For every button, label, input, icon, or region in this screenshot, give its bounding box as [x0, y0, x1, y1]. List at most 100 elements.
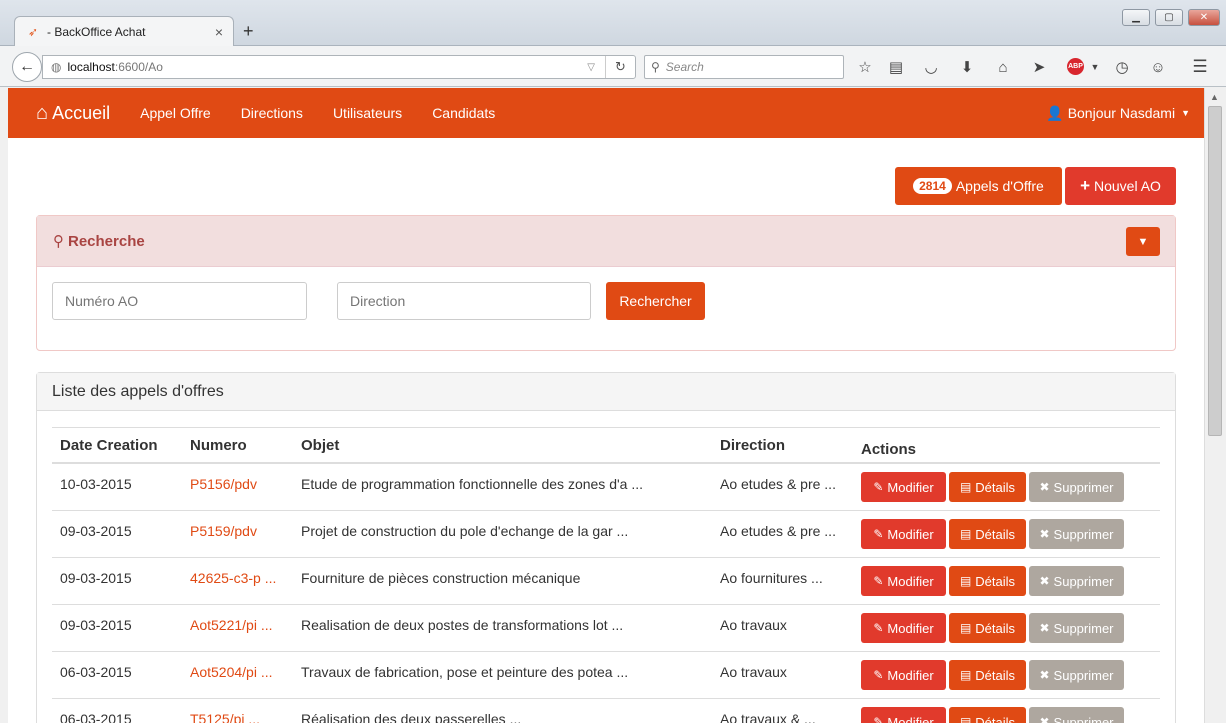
new-tab-button[interactable]: + — [243, 21, 254, 42]
search-icon: ⚲ — [53, 233, 64, 250]
col-actions: Actions — [861, 440, 917, 458]
pocket-icon[interactable]: ◡ — [922, 58, 940, 76]
edit-icon: ✎ — [873, 715, 884, 723]
plus-icon: + — [1080, 176, 1090, 195]
list-icon: ▤ — [959, 527, 972, 541]
close-icon: ✖ — [1039, 668, 1050, 682]
reload-icon[interactable]: ↻ — [605, 56, 635, 78]
modifier-label: Modifier — [887, 573, 934, 589]
row-direction: Ao etudes & pre ... — [720, 523, 836, 539]
table-row: 09-03-2015 Aot5221/pi ... Realisation de d… — [52, 605, 1160, 652]
nav-link-candidats[interactable]: Candidats — [432, 105, 495, 121]
nav-link-directions[interactable]: Directions — [241, 105, 303, 121]
send-icon[interactable]: ➤ — [1030, 58, 1048, 76]
nav-brand[interactable]: ⌂ Accueil — [36, 102, 110, 125]
supprimer-button[interactable]: ✖ Supprimer — [1029, 613, 1124, 643]
details-button[interactable]: ▤ Détails — [949, 566, 1026, 596]
row-numero-link[interactable]: P5159/pdv — [190, 511, 296, 557]
supprimer-button[interactable]: ✖ Supprimer — [1029, 660, 1124, 690]
row-direction: Ao travaux — [720, 617, 787, 633]
col-direction: Direction — [720, 436, 786, 454]
search-icon: ⚲ — [651, 60, 660, 74]
rechercher-button[interactable]: Rechercher — [606, 282, 705, 320]
close-icon: ✖ — [1039, 715, 1050, 723]
url-host: localhost — [67, 60, 115, 74]
row-date: 09-03-2015 — [60, 617, 132, 633]
page-scrollbar[interactable]: ▲ — [1204, 88, 1226, 723]
caret-down-icon: ▼ — [1181, 108, 1190, 118]
modifier-button[interactable]: ✎ Modifier — [861, 707, 946, 723]
supprimer-button[interactable]: ✖ Supprimer — [1029, 566, 1124, 596]
maximize-icon[interactable]: ▢ — [1155, 9, 1183, 26]
details-button[interactable]: ▤ Détails — [949, 472, 1026, 502]
supprimer-label: Supprimer — [1053, 479, 1114, 495]
supprimer-button[interactable]: ✖ Supprimer — [1029, 472, 1124, 502]
row-direction: Ao travaux — [720, 664, 787, 680]
close-icon: ✖ — [1039, 574, 1050, 588]
user-icon: 👤 — [1046, 104, 1064, 121]
nav-link-utilisateurs[interactable]: Utilisateurs — [333, 105, 402, 121]
list-title: Liste des appels d'offres — [37, 373, 1175, 411]
direction-input[interactable] — [337, 282, 591, 320]
scroll-thumb[interactable] — [1208, 106, 1222, 436]
modifier-button[interactable]: ✎ Modifier — [861, 519, 946, 549]
modifier-button[interactable]: ✎ Modifier — [861, 566, 946, 596]
modifier-button[interactable]: ✎ Modifier — [861, 613, 946, 643]
details-button[interactable]: ▤ Détails — [949, 519, 1026, 549]
browser-tab[interactable]: ➶ - BackOffice Achat × — [14, 16, 234, 47]
row-objet: Fourniture de pièces construction mécani… — [301, 570, 581, 586]
list-icon: ▤ — [959, 668, 972, 682]
edit-icon: ✎ — [873, 621, 884, 635]
user-menu[interactable]: 👤 Bonjour Nasdami ▼ — [1046, 105, 1190, 122]
ao-table: Date Creation Numero Objet Direction Act… — [52, 427, 1160, 723]
scroll-up-icon[interactable]: ▲ — [1210, 92, 1219, 102]
modifier-button[interactable]: ✎ Modifier — [861, 660, 946, 690]
supprimer-label: Supprimer — [1053, 667, 1114, 683]
back-arrow-icon[interactable]: ← — [12, 52, 42, 82]
nav-link-appel-offre[interactable]: Appel Offre — [140, 105, 211, 121]
list-icon: ▤ — [959, 480, 972, 494]
row-numero-link[interactable]: T5125/pi ... — [190, 699, 296, 723]
web-page: ⌂ Accueil Appel Offre Directions Utilisa… — [8, 88, 1204, 723]
edit-icon: ✎ — [873, 668, 884, 682]
row-numero-link[interactable]: 42625-c3-p ... — [190, 558, 296, 604]
row-numero-link[interactable]: P5156/pdv — [190, 464, 296, 510]
close-icon: ✖ — [1039, 527, 1050, 541]
details-label: Détails — [975, 620, 1016, 636]
details-button[interactable]: ▤ Détails — [949, 707, 1026, 723]
minimize-icon[interactable]: ▁ — [1122, 9, 1150, 26]
supprimer-label: Supprimer — [1053, 573, 1114, 589]
collapse-search-button[interactable]: ▼ — [1126, 227, 1160, 256]
modifier-button[interactable]: ✎ Modifier — [861, 472, 946, 502]
chat-icon[interactable]: ☺ — [1149, 58, 1167, 76]
adblock-dropdown-icon[interactable]: ▼ — [1086, 58, 1104, 76]
table-row: 10-03-2015 P5156/pdv Etude de programmatio… — [52, 464, 1160, 511]
row-numero-link[interactable]: Aot5221/pi ... — [190, 605, 296, 651]
history-icon[interactable]: ◷ — [1113, 58, 1131, 76]
home-icon[interactable]: ⌂ — [994, 58, 1012, 76]
row-objet: Projet de construction du pole d'echange… — [301, 523, 629, 539]
supprimer-button[interactable]: ✖ Supprimer — [1029, 707, 1124, 723]
row-numero-link[interactable]: Aot5204/pi ... — [190, 652, 296, 698]
browser-search-input[interactable]: ⚲ Search — [644, 55, 844, 79]
table-row: 09-03-2015 42625-c3-p ... Fourniture de pi… — [52, 558, 1160, 605]
tab-close-icon[interactable]: × — [215, 24, 223, 40]
ao-list-panel: Liste des appels d'offres Date Creation … — [36, 372, 1176, 723]
row-actions: ✎ Modifier ▤ Détails ✖ Supprimer — [861, 464, 1161, 510]
reading-list-icon[interactable]: ▤ — [887, 58, 905, 76]
adblock-icon[interactable]: ABP — [1067, 58, 1084, 75]
hamburger-menu-icon[interactable]: ☰ — [1191, 57, 1209, 76]
url-dropdown-icon[interactable]: ▽ — [577, 62, 605, 73]
appels-offre-count-button[interactable]: 2814 Appels d'Offre — [895, 167, 1062, 205]
new-ao-button[interactable]: + Nouvel AO — [1065, 167, 1176, 205]
bookmark-star-icon[interactable]: ☆ — [856, 58, 874, 76]
row-objet: Etude de programmation fonctionnelle des… — [301, 476, 643, 492]
details-button[interactable]: ▤ Détails — [949, 660, 1026, 690]
table-header: Date Creation Numero Objet Direction Act… — [52, 427, 1160, 464]
window-close-icon[interactable]: ✕ — [1188, 9, 1220, 26]
download-icon[interactable]: ⬇ — [958, 58, 976, 76]
numero-ao-input[interactable] — [52, 282, 307, 320]
details-button[interactable]: ▤ Détails — [949, 613, 1026, 643]
supprimer-button[interactable]: ✖ Supprimer — [1029, 519, 1124, 549]
url-bar[interactable]: ◍ localhost :6600/Ao ▽ ↻ — [42, 55, 636, 79]
